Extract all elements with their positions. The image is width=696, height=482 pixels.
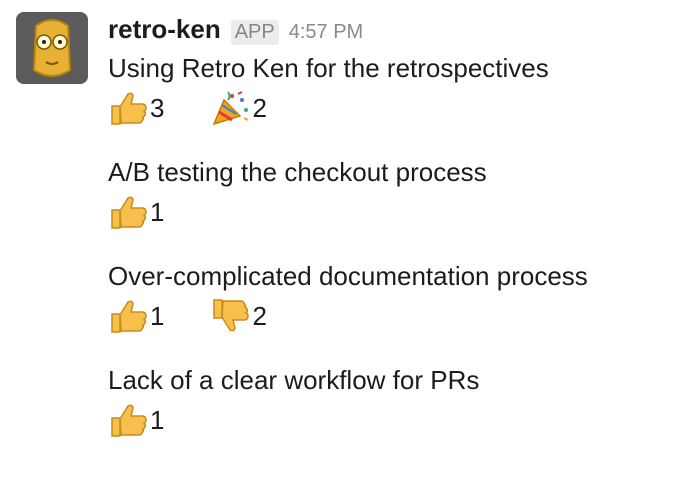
item-list: Using Retro Ken for the retrospectives 3 2… — [108, 50, 688, 466]
reaction-count: 1 — [150, 301, 165, 331]
item-text: Lack of a clear workflow for PRs — [108, 365, 480, 395]
reaction-bar: 12 — [108, 298, 688, 334]
reaction-button[interactable]: 3 — [108, 90, 164, 126]
reaction-count: 2 — [252, 93, 267, 123]
reaction-bar: 32 — [108, 90, 688, 126]
item-text: Using Retro Ken for the retrospectives — [108, 53, 549, 83]
reaction-button[interactable]: 1 — [108, 402, 164, 438]
thumbs-down-icon — [210, 298, 252, 334]
reaction-count: 1 — [150, 405, 165, 435]
reaction-bar: 1 — [108, 194, 688, 230]
thumbs-up-icon — [108, 194, 150, 230]
thumbs-up-icon — [108, 298, 150, 334]
item-text: A/B testing the checkout process — [108, 157, 487, 187]
list-item: Over-complicated documentation process 1 2 — [108, 258, 688, 362]
list-item: Lack of a clear workflow for PRs 1 — [108, 362, 688, 466]
app-badge: APP — [230, 20, 279, 45]
reaction-bar: 1 — [108, 402, 688, 438]
avatar-face-icon — [16, 12, 88, 84]
sender-name[interactable]: retro-ken — [108, 14, 221, 45]
reaction-count: 2 — [252, 301, 267, 331]
avatar[interactable] — [16, 12, 88, 84]
list-item: A/B testing the checkout process 1 — [108, 154, 688, 258]
thumbs-up-icon — [108, 90, 150, 126]
chat-message: retro-ken APP 4:57 PM Using Retro Ken fo… — [0, 0, 696, 482]
reaction-button[interactable]: 2 — [210, 90, 267, 126]
reaction-button[interactable]: 2 — [210, 298, 267, 334]
party-popper-icon — [210, 90, 252, 126]
reaction-count: 1 — [150, 197, 165, 227]
list-item: Using Retro Ken for the retrospectives 3 2 — [108, 50, 688, 154]
reaction-count: 3 — [150, 93, 165, 123]
thumbs-up-icon — [108, 402, 150, 438]
timestamp[interactable]: 4:57 PM — [289, 21, 363, 44]
reaction-button[interactable]: 1 — [108, 194, 164, 230]
item-text: Over-complicated documentation process — [108, 261, 588, 291]
reaction-button[interactable]: 1 — [108, 298, 164, 334]
